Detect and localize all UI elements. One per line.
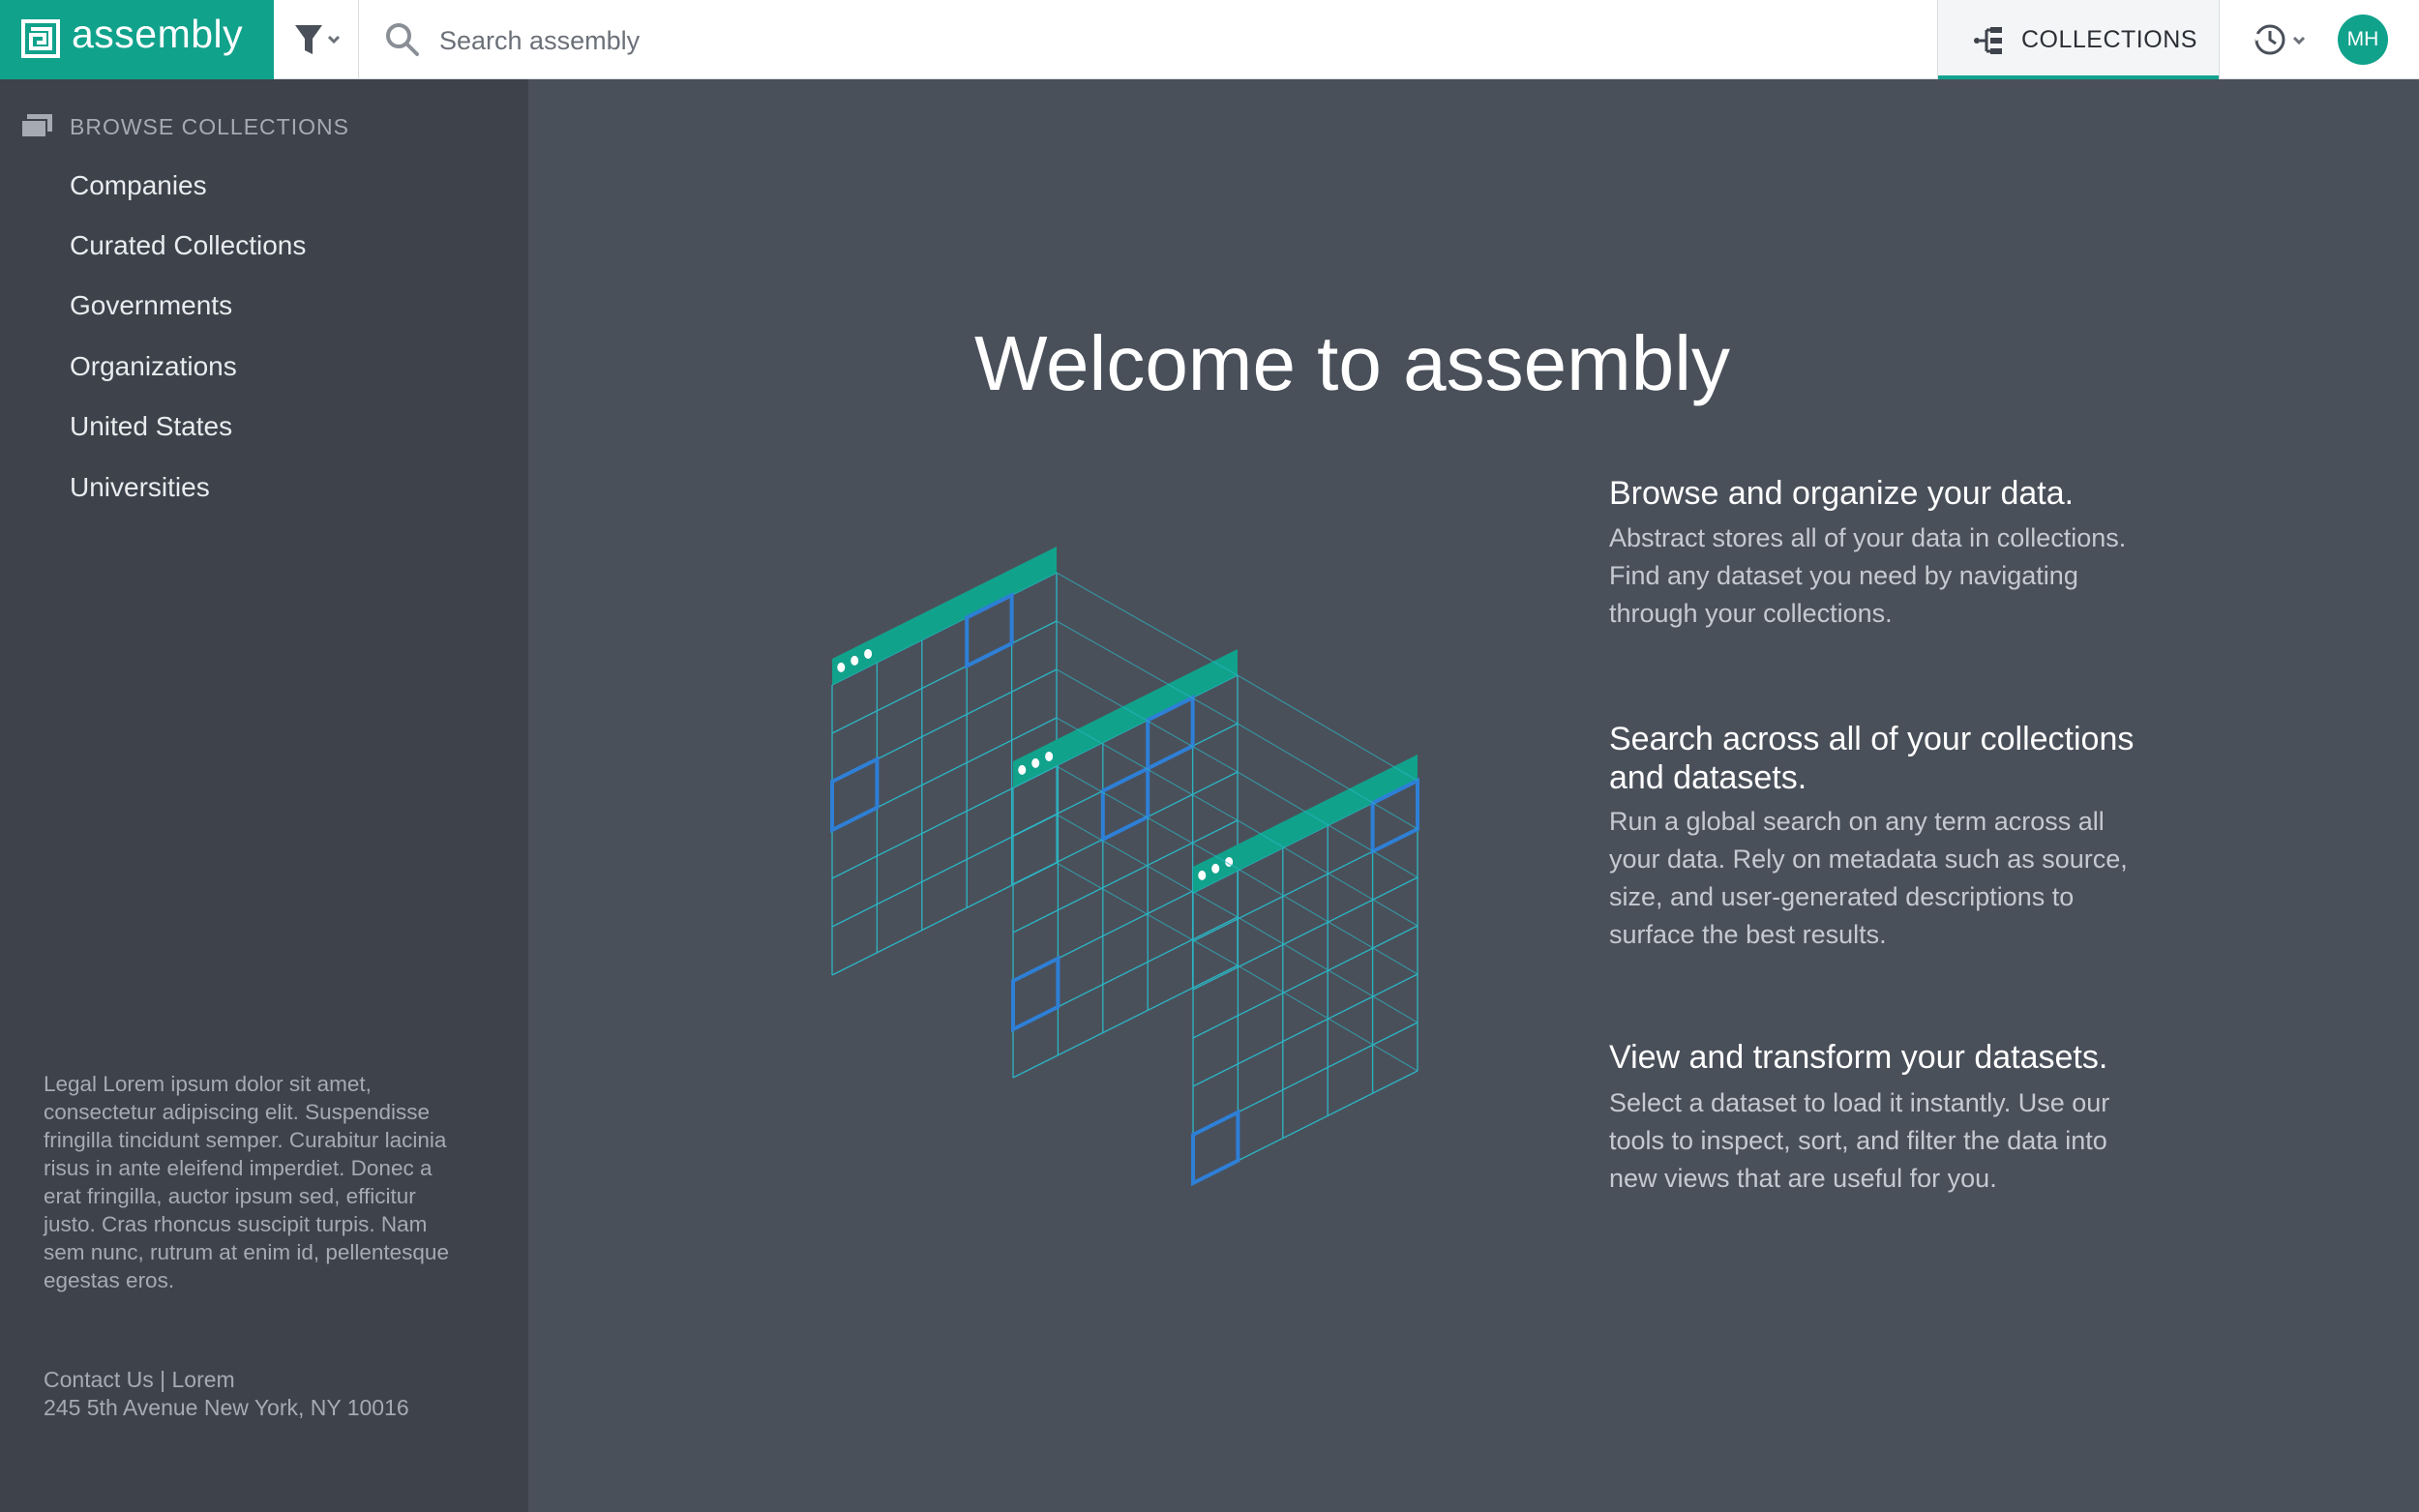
folders-icon bbox=[20, 114, 52, 138]
brand[interactable]: assembly bbox=[0, 0, 274, 79]
contact-link[interactable]: Contact Us | Lorem bbox=[44, 1366, 409, 1394]
history-button[interactable] bbox=[2251, 19, 2314, 60]
chevron-down-icon bbox=[327, 35, 341, 44]
assembly-logo-icon bbox=[21, 19, 60, 58]
feature-title-transform: View and transform your datasets. bbox=[1609, 1039, 2108, 1076]
sidebar-item-governments[interactable]: Governments bbox=[70, 290, 232, 321]
feature-title-browse: Browse and organize your data. bbox=[1609, 475, 2075, 512]
tab-collections[interactable]: COLLECTIONS bbox=[1937, 0, 2220, 79]
filter-icon bbox=[295, 25, 341, 54]
top-bar: assembly COLLECTIONS bbox=[0, 0, 2419, 79]
browse-collections-header: BROWSE COLLECTIONS bbox=[70, 114, 349, 139]
chevron-down-icon bbox=[2292, 36, 2306, 45]
sidebar-item-curated-collections[interactable]: Curated Collections bbox=[70, 230, 306, 261]
sidebar-item-united-states[interactable]: United States bbox=[70, 411, 232, 442]
dataset-panel bbox=[1191, 755, 1419, 1187]
page-title: Welcome to assembly bbox=[973, 320, 1730, 406]
sidebar-item-organizations[interactable]: Organizations bbox=[70, 351, 237, 382]
feature-description-browse: Abstract stores all of your data in coll… bbox=[1609, 523, 2127, 628]
contact-info: Contact Us | Lorem 245 5th Avenue New Yo… bbox=[44, 1366, 409, 1422]
feature-description-transform: Select a dataset to load it instantly. U… bbox=[1609, 1088, 2110, 1193]
collections-tree-icon bbox=[1974, 27, 2002, 54]
address: 245 5th Avenue New York, NY 10016 bbox=[44, 1395, 409, 1420]
history-icon bbox=[2253, 24, 2306, 55]
avatar[interactable]: MH bbox=[2338, 15, 2388, 65]
feature-description-search: Run a global search on any term across a… bbox=[1609, 807, 2128, 949]
sidebar-item-companies[interactable]: Companies bbox=[70, 170, 207, 201]
search-input[interactable] bbox=[437, 17, 1912, 64]
sidebar-item-universities[interactable]: Universities bbox=[70, 472, 210, 503]
filter-button[interactable] bbox=[274, 0, 359, 79]
sidebar: BROWSE COLLECTIONS Companies Curated Col… bbox=[0, 79, 528, 1512]
brand-name: assembly bbox=[72, 12, 244, 56]
legal-text: Legal Lorem ipsum dolor sit amet, consec… bbox=[44, 1072, 449, 1292]
datasets-illustration bbox=[830, 547, 1419, 1187]
collections-label: COLLECTIONS bbox=[2021, 26, 2197, 53]
active-tab-indicator bbox=[1938, 75, 2219, 79]
feature-title-search: Search across all of your collections an… bbox=[1609, 721, 2135, 796]
search-icon bbox=[386, 23, 419, 56]
